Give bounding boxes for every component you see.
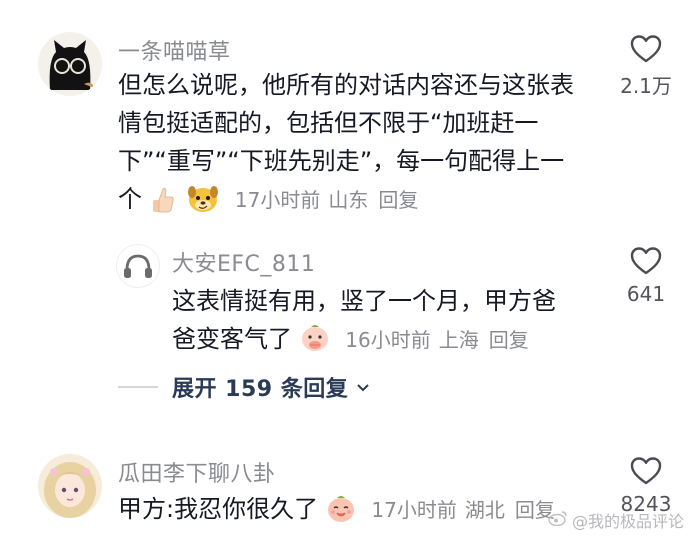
reply-text: 这表情挺有用，竖了一个月，甲方爸 爸变客气了 16小时前 上海 回复 (172, 282, 592, 358)
comment-username[interactable]: 瓜田李下聊八卦 (118, 456, 276, 488)
comment-time: 17小时前 (371, 498, 457, 522)
comment-line: 下”“重写”“下班先别走”，每一句配得上一 (118, 147, 565, 175)
comment-list: 一条喵喵草 但怎么说呢，他所有的对话内容还与这张表 情包挺适配的，包括但不限于“… (0, 0, 690, 542)
avatar[interactable] (116, 244, 160, 288)
comment-line: 爸变客气了 (172, 325, 292, 353)
comment-username[interactable]: 一条喵喵草 (118, 34, 231, 66)
like-count: 2.1万 (620, 74, 672, 98)
black-cat-with-glasses-avatar-icon (38, 32, 102, 96)
watermark: @我的极品评论 (548, 508, 684, 532)
avatar[interactable] (38, 32, 102, 96)
smiling-peach-emoji-icon (326, 493, 356, 534)
comment-line: 情包挺适配的，包括但不限于“加班赶一 (118, 109, 539, 137)
comment-time: 17小时前 (234, 188, 321, 212)
reply-button[interactable]: 回复 (378, 188, 418, 212)
heart-outline-icon (630, 247, 662, 275)
comment-text: 甲方:我忍你很久了 17小时前 湖北 回复 (118, 490, 578, 528)
comment-location: 湖北 (464, 498, 505, 522)
avatar[interactable] (38, 454, 102, 518)
weibo-logo-icon (548, 510, 568, 530)
comment-time: 16小时前 (345, 328, 431, 352)
expand-replies-label: 展开 159 条回复 (172, 377, 349, 402)
heart-outline-icon (630, 457, 662, 485)
like-button[interactable]: 641 (606, 246, 686, 306)
anime-girl-avatar-icon (38, 454, 102, 518)
reply-button[interactable]: 回复 (489, 328, 529, 352)
divider (118, 386, 158, 388)
comment-line: 个 (118, 185, 142, 213)
comment-last-line: 爸变客气了 16小时前 上海 回复 (172, 320, 592, 358)
comment-meta: 17小时前 山东 回复 (235, 188, 418, 212)
smirking-dog-emoji-icon (187, 183, 219, 224)
thumbs-up-emoji-icon (150, 185, 176, 224)
chevron-down-icon (356, 378, 370, 397)
comment-meta: 17小时前 湖北 回复 (371, 498, 554, 522)
like-button[interactable]: 8243 (606, 456, 686, 516)
comment-location: 山东 (328, 188, 369, 212)
expand-replies-button[interactable]: 展开 159 条回复 (118, 370, 370, 404)
like-button[interactable]: 2.1万 (606, 34, 686, 99)
watermark-text: @我的极品评论 (571, 512, 684, 531)
like-count: 641 (626, 282, 666, 306)
comment-meta: 16小时前 上海 回复 (345, 328, 528, 352)
covering-mouth-blob-emoji-icon (300, 323, 330, 364)
heart-outline-icon (630, 35, 662, 63)
headphones-avatar-icon (117, 245, 159, 287)
comment-last-line: 个 17小时前 山东 回复 (118, 180, 608, 218)
comment-line: 但怎么说呢，他所有的对话内容还与这张表 (118, 71, 574, 99)
comment-line: 甲方:我忍你很久了 (118, 495, 319, 523)
comment-line: 这表情挺有用，竖了一个月，甲方爸 (172, 287, 556, 315)
comment-location: 上海 (438, 328, 479, 352)
reply-username[interactable]: 大安EFC_811 (172, 246, 315, 278)
comment-last-line: 甲方:我忍你很久了 17小时前 湖北 回复 (118, 490, 578, 528)
comment-text: 但怎么说呢，他所有的对话内容还与这张表 情包挺适配的，包括但不限于“加班赶一 下… (118, 66, 608, 218)
